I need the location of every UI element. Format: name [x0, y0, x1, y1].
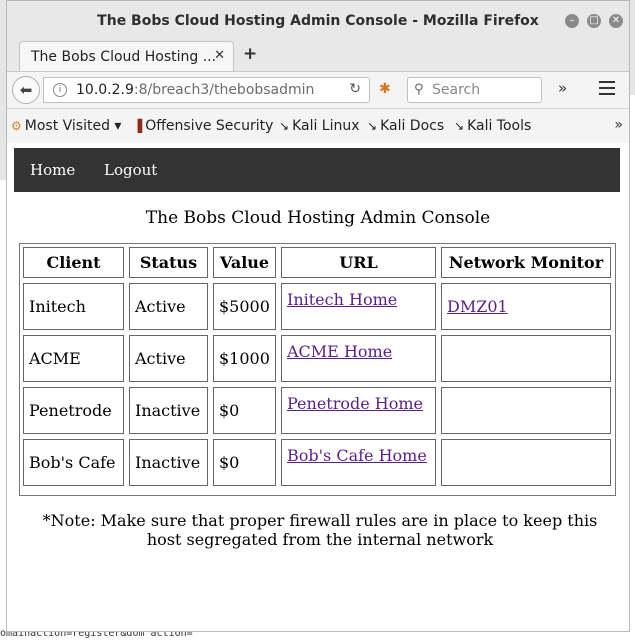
url-bar[interactable]: i 10.0.2.9:8/breach3/thebobsadmin.ph ↻ [43, 77, 370, 103]
navigation-toolbar: ⬅ i 10.0.2.9:8/breach3/thebobsadmin.ph ↻… [7, 72, 629, 109]
bookmark-kali-tools[interactable]: ↘ Kali Tools [454, 118, 531, 134]
table-row: Initech Active $5000 Initech Home DMZ01 [23, 283, 611, 330]
gear-icon: ⚙ [11, 119, 22, 133]
site-navbar: Home Logout [14, 148, 620, 192]
status-cell: Inactive [129, 387, 208, 434]
status-cell: Active [129, 283, 208, 330]
bookmarks-overflow-button[interactable]: » [614, 117, 623, 133]
column-header: Value [213, 247, 276, 278]
column-header: URL [281, 247, 436, 278]
table-row: Penetrode Inactive $0 Penetrode Home [23, 387, 611, 434]
client-home-link[interactable]: ACME Home [287, 342, 392, 361]
url-cell: Penetrode Home [281, 387, 436, 434]
kali-icon: ↘ [454, 119, 465, 133]
extension-icon[interactable]: ✱ [379, 81, 391, 97]
value-cell: $0 [213, 387, 276, 434]
bookmark-kali-linux[interactable]: ↘ Kali Linux [279, 118, 360, 134]
bookmarks-toolbar: ⚙ Most Visited ▾ ▐ Offensive Security ↘ Kal… [7, 109, 629, 144]
search-placeholder: Search [432, 82, 481, 98]
bookmark-kali-docs[interactable]: ↘ Kali Docs [367, 118, 444, 134]
client-cell: Penetrode [23, 387, 124, 434]
client-cell: Initech [23, 283, 124, 330]
tab-label: The Bobs Cloud Hosting ... [31, 49, 217, 65]
client-cell: ACME [23, 335, 124, 382]
client-home-link[interactable]: Bob's Cafe Home [287, 446, 427, 465]
monitor-cell [441, 335, 611, 382]
value-cell: $1000 [213, 335, 276, 382]
client-home-link[interactable]: Penetrode Home [287, 394, 423, 413]
column-header: Client [23, 247, 124, 278]
clients-table: Client Status Value URL Network Monitor … [18, 242, 616, 491]
network-monitor-link[interactable]: DMZ01 [447, 297, 508, 316]
table-row: ACME Active $1000 ACME Home [23, 335, 611, 382]
clients-table-frame: Client Status Value URL Network Monitor … [19, 243, 616, 496]
kali-icon: ↘ [279, 119, 290, 133]
status-cell: Active [129, 335, 208, 382]
value-cell: $5000 [213, 283, 276, 330]
offsec-icon: ▐ [133, 119, 143, 133]
nav-home-link[interactable]: Home [30, 161, 75, 179]
search-box[interactable]: ⚲ Search [407, 77, 542, 103]
table-header-row: Client Status Value URL Network Monitor [23, 247, 611, 278]
tab-active[interactable]: The Bobs Cloud Hosting ... ✕ [19, 41, 234, 71]
tab-strip: The Bobs Cloud Hosting ... ✕ + [7, 41, 629, 72]
bookmark-most-visited[interactable]: ⚙ Most Visited ▾ [11, 118, 121, 134]
monitor-cell [441, 387, 611, 434]
kali-icon: ↘ [367, 119, 378, 133]
monitor-cell: DMZ01 [441, 283, 611, 330]
url-cell: Initech Home [281, 283, 436, 330]
url-cell: ACME Home [281, 335, 436, 382]
value-cell: $0 [213, 439, 276, 486]
status-cell: Inactive [129, 439, 208, 486]
column-header: Status [129, 247, 208, 278]
table-row: Bob's Cafe Inactive $0 Bob's Cafe Home [23, 439, 611, 486]
monitor-cell [441, 439, 611, 486]
firewall-note: *Note: Make sure that proper firewall ru… [42, 511, 598, 549]
maximize-icon[interactable]: □ [587, 14, 601, 28]
firefox-window: The Bobs Cloud Hosting Admin Console - M… [6, 0, 630, 632]
url-text[interactable]: 10.0.2.9:8/breach3/thebobsadmin.ph [76, 82, 316, 98]
toolbar-overflow-button[interactable]: » [558, 79, 567, 97]
reload-icon[interactable]: ↻ [349, 81, 361, 97]
window-title: The Bobs Cloud Hosting Admin Console - M… [97, 13, 539, 29]
search-icon: ⚲ [414, 82, 424, 97]
column-header: Network Monitor [441, 247, 611, 278]
hamburger-menu-icon[interactable] [599, 81, 615, 97]
bookmark-offensive-security[interactable]: ▐ Offensive Security [133, 118, 273, 134]
new-tab-button[interactable]: + [243, 44, 257, 64]
client-cell: Bob's Cafe [23, 439, 124, 486]
close-icon[interactable]: ✕ [609, 14, 623, 28]
title-bar[interactable]: The Bobs Cloud Hosting Admin Console - M… [7, 1, 629, 41]
page-title: The Bobs Cloud Hosting Admin Console [145, 208, 491, 228]
url-cell: Bob's Cafe Home [281, 439, 436, 486]
info-icon[interactable]: i [53, 83, 67, 97]
back-arrow-icon[interactable]: ⬅ [12, 76, 40, 104]
page-content: Home Logout The Bobs Cloud Hosting Admin… [7, 143, 629, 631]
tab-close-icon[interactable]: ✕ [214, 48, 225, 63]
minimize-icon[interactable]: – [565, 14, 579, 28]
nav-logout-link[interactable]: Logout [104, 161, 157, 179]
client-home-link[interactable]: Initech Home [287, 290, 397, 309]
